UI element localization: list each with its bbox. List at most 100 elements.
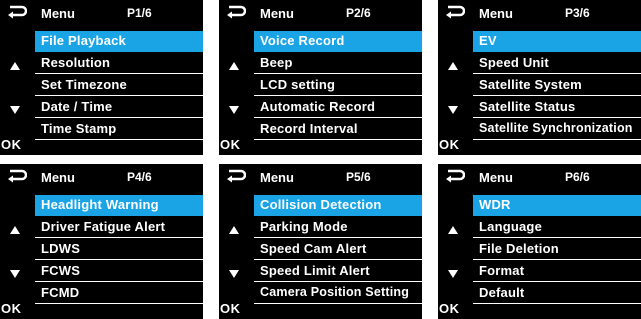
menu-item-selected[interactable]: Collision Detection <box>254 195 422 216</box>
menu-item-label: Satellite Status <box>479 99 576 114</box>
return-arrow-icon[interactable] <box>226 5 246 19</box>
triangle-up-icon[interactable] <box>10 226 20 234</box>
return-arrow-icon[interactable] <box>445 5 465 19</box>
return-arrow-icon[interactable] <box>226 169 246 183</box>
menu-item[interactable]: Camera Position Setting <box>254 283 422 304</box>
menu-panel-6: OK Menu P6/6 WDR Language File Deletion … <box>438 164 641 319</box>
menu-list: Menu P2/6 Voice Record Beep LCD setting … <box>254 0 422 155</box>
menu-panel-4: OK Menu P4/6 Headlight Warning Driver Fa… <box>0 164 203 319</box>
menu-item-selected[interactable]: EV <box>473 31 641 52</box>
menu-item-label: Driver Fatigue Alert <box>41 219 166 234</box>
menu-item[interactable]: Language <box>473 217 641 238</box>
menu-list: Menu P5/6 Collision Detection Parking Mo… <box>254 164 422 319</box>
side-control-column: OK <box>0 164 32 319</box>
menu-item[interactable]: LCD setting <box>254 75 422 96</box>
menu-title: Menu <box>260 170 294 185</box>
triangle-down-icon[interactable] <box>10 106 20 114</box>
menu-list: Menu P3/6 EV Speed Unit Satellite System… <box>473 0 641 155</box>
menu-item-label: Headlight Warning <box>41 197 159 212</box>
ok-button[interactable]: OK <box>220 137 241 152</box>
menu-panel-2: OK Menu P2/6 Voice Record Beep LCD setti… <box>219 0 422 155</box>
ok-button[interactable]: OK <box>220 301 241 316</box>
ok-button[interactable]: OK <box>1 137 22 152</box>
side-control-column: OK <box>219 0 251 155</box>
triangle-down-icon[interactable] <box>229 106 239 114</box>
menu-item[interactable]: Beep <box>254 53 422 74</box>
triangle-up-icon[interactable] <box>448 226 458 234</box>
page-indicator: P4/6 <box>127 170 152 184</box>
menu-item[interactable]: Driver Fatigue Alert <box>35 217 203 238</box>
side-control-column: OK <box>438 0 470 155</box>
ok-button[interactable]: OK <box>1 301 22 316</box>
triangle-down-icon[interactable] <box>448 270 458 278</box>
menu-item-selected[interactable]: Headlight Warning <box>35 195 203 216</box>
menu-list: Menu P4/6 Headlight Warning Driver Fatig… <box>35 164 203 319</box>
menu-item-selected[interactable]: File Playback <box>35 31 203 52</box>
return-arrow-icon[interactable] <box>7 169 27 183</box>
menu-title: Menu <box>479 170 513 185</box>
menu-item-label: LDWS <box>41 241 81 256</box>
page-indicator: P2/6 <box>346 6 371 20</box>
menu-item-label: Language <box>479 219 542 234</box>
menu-header: Menu P5/6 <box>254 166 422 188</box>
triangle-up-icon[interactable] <box>448 62 458 70</box>
side-control-column: OK <box>438 164 470 319</box>
menu-item-label: Resolution <box>41 55 111 70</box>
menu-item[interactable]: Date / Time <box>35 97 203 118</box>
triangle-down-icon[interactable] <box>229 270 239 278</box>
menu-header: Menu P1/6 <box>35 2 203 24</box>
menu-item-label: Beep <box>260 55 293 70</box>
menu-title: Menu <box>41 170 75 185</box>
menu-item[interactable]: FCWS <box>35 261 203 282</box>
menu-item[interactable]: Set Timezone <box>35 75 203 96</box>
menu-item[interactable]: Record Interval <box>254 119 422 140</box>
menu-item-selected[interactable]: WDR <box>473 195 641 216</box>
menu-item[interactable]: Time Stamp <box>35 119 203 140</box>
menu-item-label: Date / Time <box>41 99 113 114</box>
menu-item-label: Automatic Record <box>260 99 376 114</box>
triangle-up-icon[interactable] <box>229 226 239 234</box>
return-arrow-icon[interactable] <box>7 5 27 19</box>
menu-item[interactable]: Automatic Record <box>254 97 422 118</box>
menu-item[interactable]: Satellite System <box>473 75 641 96</box>
triangle-up-icon[interactable] <box>10 62 20 70</box>
menu-header: Menu P3/6 <box>473 2 641 24</box>
menu-item[interactable]: Format <box>473 261 641 282</box>
triangle-up-icon[interactable] <box>229 62 239 70</box>
menu-item[interactable]: Parking Mode <box>254 217 422 238</box>
menu-item-label: FCMD <box>41 285 80 300</box>
menu-item[interactable]: Speed Limit Alert <box>254 261 422 282</box>
menu-item[interactable]: Default <box>473 283 641 304</box>
triangle-down-icon[interactable] <box>448 106 458 114</box>
menu-item-label: Set Timezone <box>41 77 127 92</box>
ok-button[interactable]: OK <box>439 137 460 152</box>
menu-item-label: LCD setting <box>260 77 336 92</box>
menu-item-label: Format <box>479 263 525 278</box>
menu-item-selected[interactable]: Voice Record <box>254 31 422 52</box>
ok-button[interactable]: OK <box>439 301 460 316</box>
menu-item[interactable]: Speed Unit <box>473 53 641 74</box>
triangle-down-icon[interactable] <box>10 270 20 278</box>
menu-item[interactable]: File Deletion <box>473 239 641 260</box>
menu-item[interactable]: Resolution <box>35 53 203 74</box>
menu-item-label: Voice Record <box>260 33 345 48</box>
menu-panel-3: OK Menu P3/6 EV Speed Unit Satellite Sys… <box>438 0 641 155</box>
menu-item-label: Satellite Synchronization <box>479 121 633 135</box>
menu-item[interactable]: Satellite Status <box>473 97 641 118</box>
menu-item[interactable]: FCMD <box>35 283 203 304</box>
menu-item-label: Speed Limit Alert <box>260 263 370 278</box>
menu-item-label: Time Stamp <box>41 121 117 136</box>
menu-item[interactable]: Satellite Synchronization <box>473 119 641 140</box>
menu-item-label: File Playback <box>41 33 126 48</box>
menu-item-label: Default <box>479 285 525 300</box>
menu-header: Menu P6/6 <box>473 166 641 188</box>
menu-title: Menu <box>479 6 513 21</box>
return-arrow-icon[interactable] <box>445 169 465 183</box>
side-control-column: OK <box>219 164 251 319</box>
menu-title: Menu <box>41 6 75 21</box>
page-indicator: P1/6 <box>127 6 152 20</box>
menu-item-label: Record Interval <box>260 121 358 136</box>
menu-header: Menu P2/6 <box>254 2 422 24</box>
menu-item[interactable]: LDWS <box>35 239 203 260</box>
menu-item[interactable]: Speed Cam Alert <box>254 239 422 260</box>
